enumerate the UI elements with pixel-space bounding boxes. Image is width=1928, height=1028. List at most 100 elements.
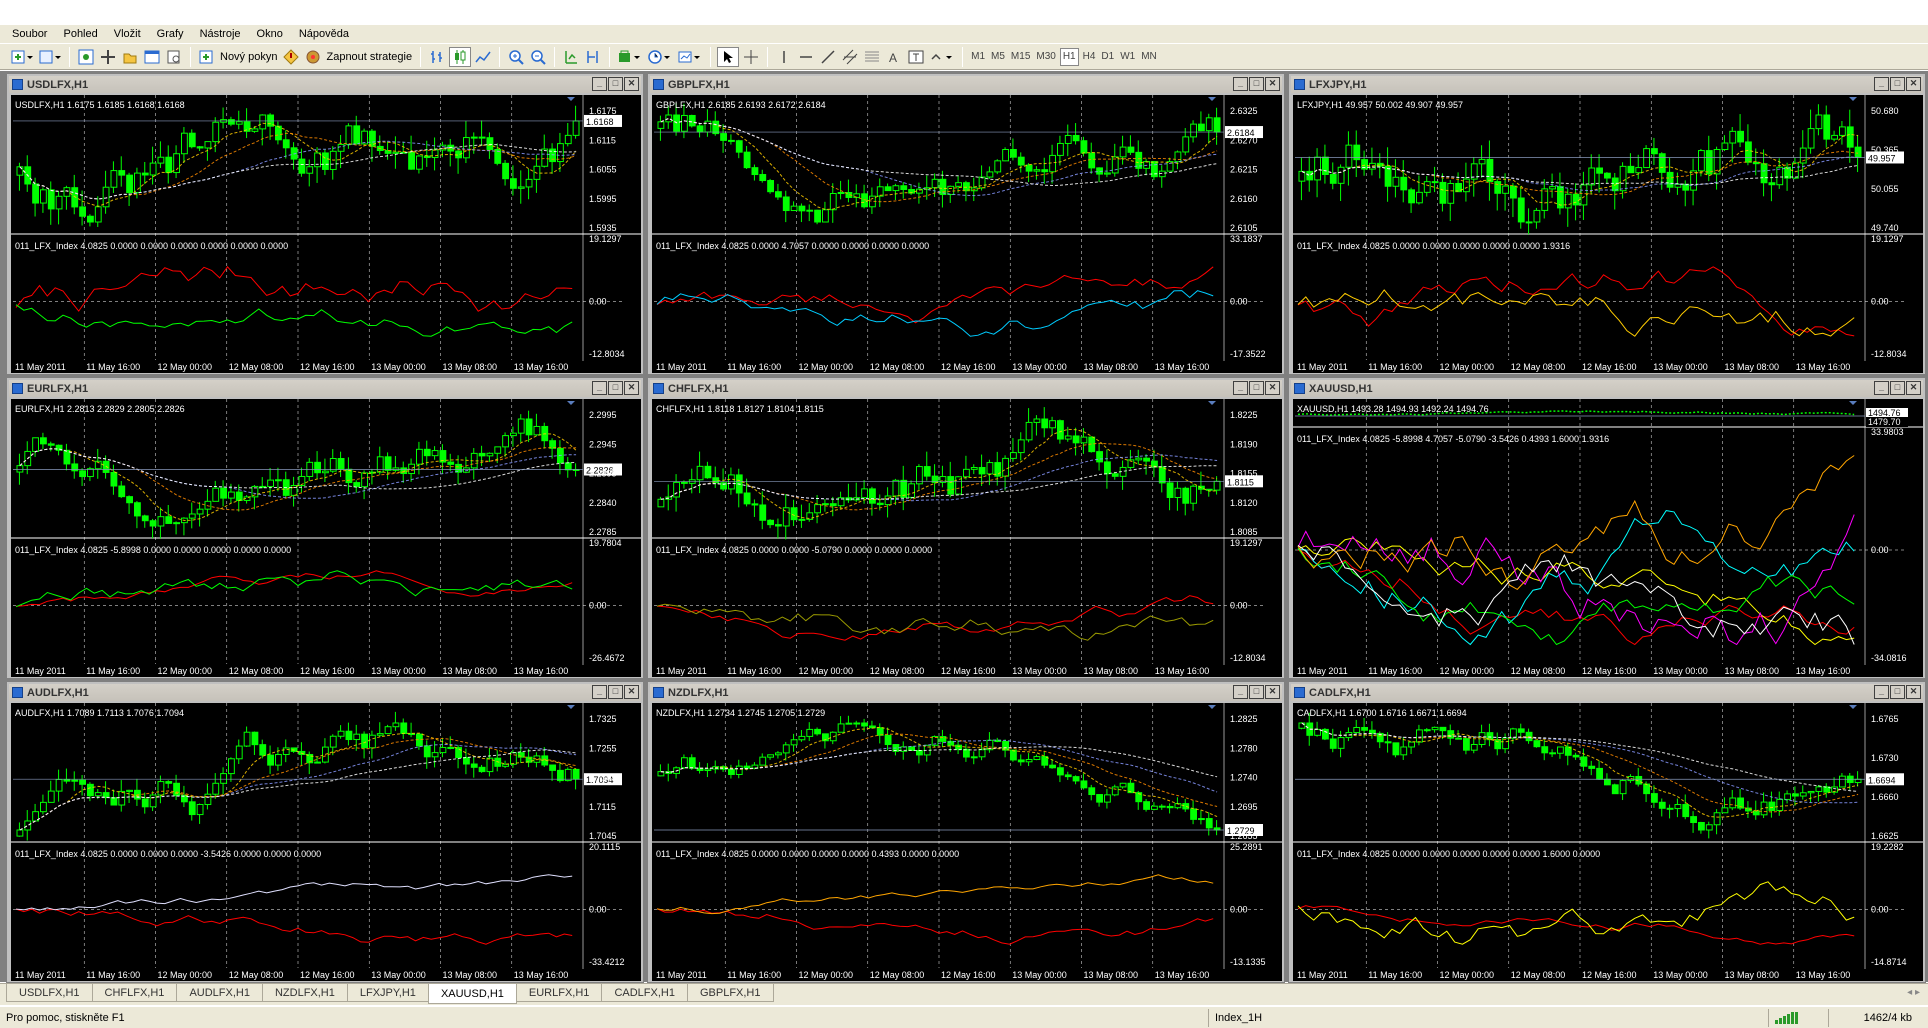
minimize-icon[interactable]: _ <box>592 381 607 395</box>
horizontal-line-icon[interactable] <box>796 47 816 67</box>
navigator-icon[interactable] <box>120 47 140 67</box>
close-icon[interactable]: ✕ <box>1265 381 1280 395</box>
tab-cadlfx[interactable]: CADLFX,H1 <box>601 984 688 1002</box>
minimize-icon[interactable]: _ <box>1874 381 1889 395</box>
market-watch-icon[interactable] <box>76 47 96 67</box>
chart-window[interactable]: USDLFX,H1 _ □ ✕ 11 May 2011 11 May 16:00 12 Ma… <box>6 73 644 375</box>
chart-window[interactable]: NZDLFX,H1 _ □ ✕ 11 May 2011 11 May 16:00 12 Ma… <box>647 681 1285 983</box>
tab-xauusd[interactable]: XAUUSD,H1 <box>427 984 517 1004</box>
menu-okno[interactable]: Okno <box>249 28 291 40</box>
data-window-icon[interactable] <box>98 47 118 67</box>
maximize-icon[interactable]: □ <box>608 381 623 395</box>
maximize-icon[interactable]: □ <box>1890 685 1905 699</box>
bar-chart-icon[interactable] <box>427 47 447 67</box>
tab-lfxjpy[interactable]: LFXJPY,H1 <box>346 984 429 1002</box>
close-icon[interactable]: ✕ <box>1906 685 1921 699</box>
maximize-icon[interactable]: □ <box>608 685 623 699</box>
chart-window-titlebar[interactable]: CADLFX,H1 _ □ ✕ <box>1291 684 1923 701</box>
chart-window[interactable]: CHFLFX,H1 _ □ ✕ 11 May 2011 11 May 16:00 12 Ma… <box>647 377 1285 679</box>
timeframe-m5[interactable]: M5 <box>989 48 1007 66</box>
price-chart[interactable]: 11 May 2011 11 May 16:00 12 May 00:00 12 Ma… <box>652 95 1282 373</box>
menu-grafy[interactable]: Grafy <box>149 28 192 40</box>
text-label-icon[interactable] <box>906 47 926 67</box>
menu-nastroje[interactable]: Nástroje <box>192 28 249 40</box>
chart-window[interactable]: CADLFX,H1 _ □ ✕ 11 May 2011 11 May 16:00 12 Ma… <box>1288 681 1926 983</box>
close-icon[interactable]: ✕ <box>1265 77 1280 91</box>
chart-window-titlebar[interactable]: GBPLFX,H1 _ □ ✕ <box>650 76 1282 93</box>
maximize-icon[interactable]: □ <box>1890 77 1905 91</box>
timeframe-m30[interactable]: M30 <box>1034 48 1057 66</box>
chart-window-titlebar[interactable]: LFXJPY,H1 _ □ ✕ <box>1291 76 1923 93</box>
fibonacci-icon[interactable] <box>862 47 882 67</box>
indicators-icon[interactable] <box>616 47 644 67</box>
close-icon[interactable]: ✕ <box>1906 77 1921 91</box>
chart-window-titlebar[interactable]: NZDLFX,H1 _ □ ✕ <box>650 684 1282 701</box>
auto-scroll-icon[interactable] <box>561 47 581 67</box>
chart-window[interactable]: AUDLFX,H1 _ □ ✕ 11 May 2011 11 May 16:00 12 Ma… <box>6 681 644 983</box>
price-chart[interactable]: 11 May 2011 11 May 16:00 12 May 00:00 12 Ma… <box>11 95 641 373</box>
vertical-line-icon[interactable] <box>774 47 794 67</box>
menu-napoveda[interactable]: Nápověda <box>291 28 357 40</box>
minimize-icon[interactable]: _ <box>592 685 607 699</box>
tab-chflfx[interactable]: CHFLFX,H1 <box>91 984 178 1002</box>
channel-icon[interactable] <box>840 47 860 67</box>
menu-soubor[interactable]: Soubor <box>4 28 55 40</box>
price-chart[interactable]: 11 May 2011 11 May 16:00 12 May 00:00 12 Ma… <box>11 399 641 677</box>
tab-audlfx[interactable]: AUDLFX,H1 <box>176 984 263 1002</box>
minimize-icon[interactable]: _ <box>592 77 607 91</box>
strategy-toggle-button[interactable]: Zapnout strategie <box>303 47 414 67</box>
timeframe-d1[interactable]: D1 <box>1099 48 1116 66</box>
terminal-icon[interactable] <box>142 47 162 67</box>
timeframe-h4[interactable]: H4 <box>1081 48 1098 66</box>
chart-window-titlebar[interactable]: XAUUSD,H1 _ □ ✕ <box>1291 380 1923 397</box>
trendline-icon[interactable] <box>818 47 838 67</box>
timeframe-mn[interactable]: MN <box>1139 48 1159 66</box>
maximize-icon[interactable]: □ <box>608 77 623 91</box>
minimize-icon[interactable]: _ <box>1233 77 1248 91</box>
meta-editor-icon[interactable] <box>281 47 301 67</box>
chart-window-titlebar[interactable]: EURLFX,H1 _ □ ✕ <box>9 380 641 397</box>
price-chart[interactable]: 11 May 2011 11 May 16:00 12 May 00:00 12 Ma… <box>1293 95 1923 373</box>
tab-scroll-arrows-icon[interactable]: ◂ ▸ <box>1907 984 1920 1002</box>
price-chart[interactable]: 11 May 2011 11 May 16:00 12 May 00:00 12 Ma… <box>652 399 1282 677</box>
minimize-icon[interactable]: _ <box>1233 381 1248 395</box>
chart-shift-icon[interactable] <box>583 47 603 67</box>
tab-usdlfx[interactable]: USDLFX,H1 <box>6 984 93 1002</box>
chart-window-titlebar[interactable]: USDLFX,H1 _ □ ✕ <box>9 76 641 93</box>
line-chart-icon[interactable] <box>473 47 493 67</box>
close-icon[interactable]: ✕ <box>1265 685 1280 699</box>
new-chart-icon[interactable] <box>9 47 35 67</box>
close-icon[interactable]: ✕ <box>1906 381 1921 395</box>
maximize-icon[interactable]: □ <box>1249 381 1264 395</box>
chart-window[interactable]: GBPLFX,H1 _ □ ✕ 11 May 2011 11 May 16:00 12 Ma… <box>647 73 1285 375</box>
chart-window-titlebar[interactable]: AUDLFX,H1 _ □ ✕ <box>9 684 641 701</box>
candlestick-icon[interactable] <box>449 46 472 67</box>
crosshair-icon[interactable] <box>741 47 761 67</box>
price-chart[interactable]: 11 May 2011 11 May 16:00 12 May 00:00 12 Ma… <box>652 703 1282 981</box>
periods-icon[interactable] <box>646 47 674 67</box>
maximize-icon[interactable]: □ <box>1249 685 1264 699</box>
templates-icon[interactable] <box>676 47 704 67</box>
zoom-out-icon[interactable] <box>528 47 548 67</box>
price-chart[interactable]: 11 May 2011 11 May 16:00 12 May 00:00 12 Ma… <box>1293 703 1923 981</box>
text-icon[interactable]: A <box>884 47 904 67</box>
timeframe-m15[interactable]: M15 <box>1009 48 1032 66</box>
close-icon[interactable]: ✕ <box>624 77 639 91</box>
close-icon[interactable]: ✕ <box>624 685 639 699</box>
tab-nzdlfx[interactable]: NZDLFX,H1 <box>261 984 348 1002</box>
timeframe-w1[interactable]: W1 <box>1118 48 1137 66</box>
tab-gbplfx[interactable]: GBPLFX,H1 <box>686 984 774 1002</box>
chart-window[interactable]: EURLFX,H1 _ □ ✕ 11 May 2011 11 May 16:00 12 Ma… <box>6 377 644 679</box>
price-chart[interactable]: 11 May 2011 11 May 16:00 12 May 00:00 12 Ma… <box>1293 399 1923 677</box>
tab-eurlfx[interactable]: EURLFX,H1 <box>515 984 603 1002</box>
zoom-in-icon[interactable] <box>506 47 526 67</box>
minimize-icon[interactable]: _ <box>1874 77 1889 91</box>
chart-window[interactable]: XAUUSD,H1 _ □ ✕ 11 May 2011 11 May 16:00 12 Ma… <box>1288 377 1926 679</box>
menu-vlozit[interactable]: Vložit <box>106 28 149 40</box>
timeframe-h1[interactable]: H1 <box>1059 47 1079 66</box>
minimize-icon[interactable]: _ <box>1233 685 1248 699</box>
chart-window[interactable]: LFXJPY,H1 _ □ ✕ 11 May 2011 11 May 16:00 12 Ma… <box>1288 73 1926 375</box>
maximize-icon[interactable]: □ <box>1249 77 1264 91</box>
tester-icon[interactable] <box>164 47 184 67</box>
chart-window-titlebar[interactable]: CHFLFX,H1 _ □ ✕ <box>650 380 1282 397</box>
